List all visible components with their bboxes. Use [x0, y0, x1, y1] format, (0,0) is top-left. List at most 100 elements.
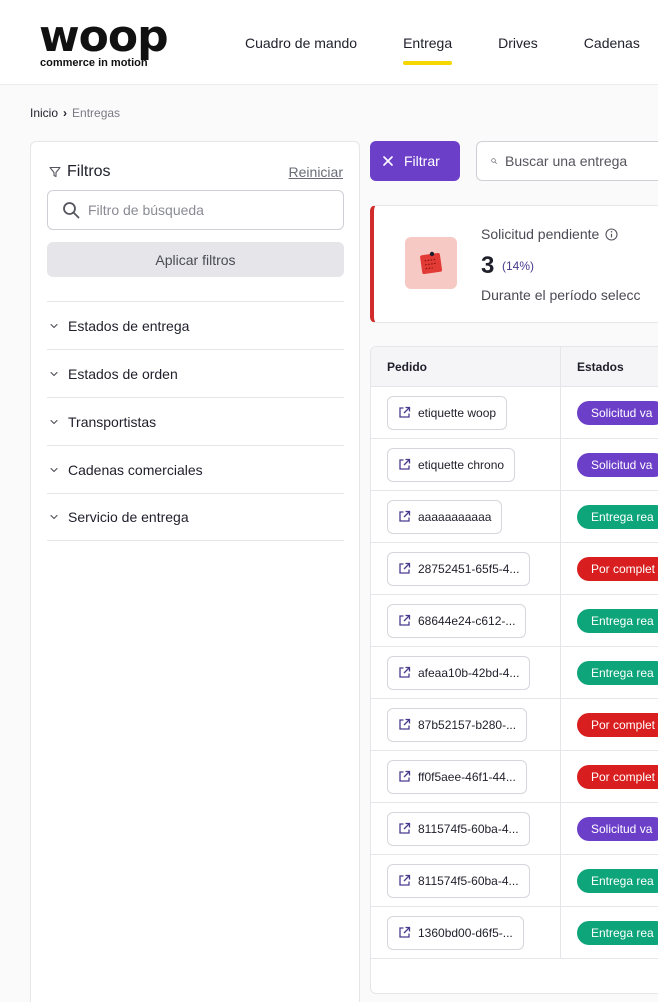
table-row[interactable]: 1360bd00-d6f5-... Entrega rea — [371, 906, 658, 959]
nav-item-entrega[interactable]: Entrega — [403, 0, 453, 84]
table-row[interactable]: 68644e24-c612-... Entrega rea — [371, 594, 658, 647]
kpi-percent: (14%) — [502, 259, 535, 273]
delivery-search-input[interactable] — [505, 153, 658, 169]
order-link[interactable]: aaaaaaaaaaa — [387, 499, 503, 534]
filter-section-label: Estados de orden — [68, 365, 178, 382]
order-link[interactable]: 811574f5-60ba-4... — [387, 811, 530, 846]
apply-filters-button[interactable]: Aplicar filtros — [47, 242, 344, 277]
order-link[interactable]: etiquette chrono — [387, 447, 516, 482]
filter-section[interactable]: Transportistas — [47, 397, 344, 445]
table-row[interactable]: 87b52157-b280-... Por complet — [371, 698, 658, 751]
order-cell: afeaa10b-42bd-4... — [371, 646, 561, 699]
order-cell: 1360bd00-d6f5-... — [371, 906, 561, 959]
filter-section[interactable]: Cadenas comerciales — [47, 445, 344, 493]
external-link-icon — [399, 562, 411, 574]
status-badge: Entrega rea — [577, 608, 658, 633]
order-id: etiquette chrono — [418, 457, 505, 472]
logo-tagline: commerce in motion — [40, 57, 148, 69]
external-link-icon — [399, 666, 411, 678]
chevron-down-icon — [50, 323, 58, 328]
external-link-icon — [399, 822, 411, 834]
kpi-label-text: Solicitud pendiente — [481, 226, 600, 242]
table-row[interactable]: 28752451-65f5-4... Por complet — [371, 542, 658, 595]
table-header: Pedido Estados — [371, 347, 658, 387]
nav-item-cuadro-de-mando[interactable]: Cuadro de mando — [245, 0, 357, 84]
column-header-status[interactable]: Estados — [561, 347, 624, 386]
external-link-icon — [399, 926, 411, 938]
filter-button-label: Filtrar — [404, 153, 440, 169]
order-id: 811574f5-60ba-4... — [418, 873, 519, 888]
order-link[interactable]: 87b52157-b280-... — [387, 707, 528, 742]
filter-section-label: Transportistas — [68, 413, 157, 430]
order-link[interactable]: 811574f5-60ba-4... — [387, 863, 530, 898]
filter-section[interactable]: Servicio de entrega — [47, 493, 344, 541]
status-badge: Solicitud va — [577, 400, 658, 425]
filter-section-label: Cadenas comerciales — [68, 461, 203, 478]
search-icon — [63, 202, 80, 219]
info-icon[interactable] — [605, 227, 618, 241]
woop-logo[interactable]: woop commerce in motion — [39, 11, 189, 73]
reset-filters-link[interactable]: Reiniciar — [289, 164, 343, 180]
breadcrumb-home[interactable]: Inicio — [30, 106, 58, 120]
status-cell: Entrega rea — [561, 647, 658, 699]
nav-item-cadenas[interactable]: Cadenas — [584, 0, 640, 84]
filter-section[interactable]: Estados de orden — [47, 349, 344, 397]
order-id: 1360bd00-d6f5-... — [418, 925, 513, 940]
filter-section[interactable]: Estados de entrega — [47, 301, 344, 349]
filter-sections: Estados de entrega Estados de orden Transp… — [47, 301, 344, 541]
table-row[interactable]: 811574f5-60ba-4... Entrega rea — [371, 854, 658, 907]
filter-search-input[interactable] — [88, 202, 328, 218]
top-header: woop commerce in motion Cuadro de mando E… — [0, 0, 658, 85]
funnel-icon — [49, 166, 61, 178]
order-link[interactable]: 68644e24-c612-... — [387, 603, 527, 638]
chevron-down-icon — [50, 514, 58, 520]
table-row[interactable]: 811574f5-60ba-4... Solicitud va — [371, 802, 658, 855]
close-icon — [383, 156, 393, 166]
kpi-subtitle: Durante el período selecc — [481, 287, 641, 303]
chevron-right-icon: › — [63, 106, 68, 120]
status-cell: Solicitud va — [561, 439, 658, 491]
order-link[interactable]: afeaa10b-42bd-4... — [387, 655, 531, 690]
table-row[interactable]: etiquette woop Solicitud va — [371, 386, 658, 439]
filter-search-box[interactable] — [47, 190, 344, 230]
status-cell: Entrega rea — [561, 491, 658, 543]
order-id: afeaa10b-42bd-4... — [418, 665, 520, 680]
table-row[interactable]: afeaa10b-42bd-4... Entrega rea — [371, 646, 658, 699]
nav-item-drives[interactable]: Drives — [498, 0, 538, 84]
logo-wordmark: woop — [39, 11, 169, 62]
delivery-search-box[interactable] — [476, 141, 658, 181]
column-header-order[interactable]: Pedido — [371, 347, 561, 386]
status-badge: Por complet — [576, 764, 658, 789]
order-link[interactable]: etiquette woop — [387, 395, 508, 430]
status-badge: Entrega rea — [577, 504, 658, 529]
status-cell: Por complet — [561, 751, 658, 803]
table-row[interactable]: ff0f5aee-46f1-44... Por complet — [371, 750, 658, 803]
status-cell: Por complet — [561, 699, 658, 751]
order-link[interactable]: ff0f5aee-46f1-44... — [387, 759, 527, 794]
status-badge: Solicitud va — [577, 452, 658, 477]
filter-button[interactable]: Filtrar — [370, 141, 460, 181]
status-badge: Entrega rea — [577, 868, 658, 893]
external-link-icon — [399, 874, 411, 886]
pending-note-icon — [405, 237, 457, 289]
order-link[interactable]: 1360bd00-d6f5-... — [387, 915, 524, 950]
table-row[interactable]: aaaaaaaaaaa Entrega rea — [371, 490, 658, 543]
order-id: aaaaaaaaaaa — [418, 509, 492, 524]
pending-request-card[interactable]: Solicitud pendiente 3 (14%) Durante el p… — [370, 205, 658, 323]
order-link[interactable]: 28752451-65f5-4... — [387, 551, 531, 586]
chevron-down-icon — [50, 371, 58, 376]
filters-panel: Filtros Reiniciar Aplicar filtros Estado… — [30, 141, 360, 1002]
order-cell: 28752451-65f5-4... — [371, 542, 561, 595]
table-body: etiquette woop Solicitud va etiquette chro… — [371, 386, 658, 959]
order-cell: aaaaaaaaaaa — [371, 490, 561, 543]
status-cell: Solicitud va — [561, 387, 658, 439]
order-id: 28752451-65f5-4... — [418, 561, 520, 576]
order-cell: 811574f5-60ba-4... — [371, 802, 561, 855]
status-cell: Entrega rea — [561, 595, 658, 647]
search-icon — [491, 158, 497, 164]
table-row[interactable]: etiquette chrono Solicitud va — [371, 438, 658, 491]
external-link-icon — [399, 458, 411, 470]
external-link-icon — [399, 718, 411, 730]
order-cell: 87b52157-b280-... — [371, 698, 561, 751]
status-badge: Solicitud va — [577, 816, 658, 841]
